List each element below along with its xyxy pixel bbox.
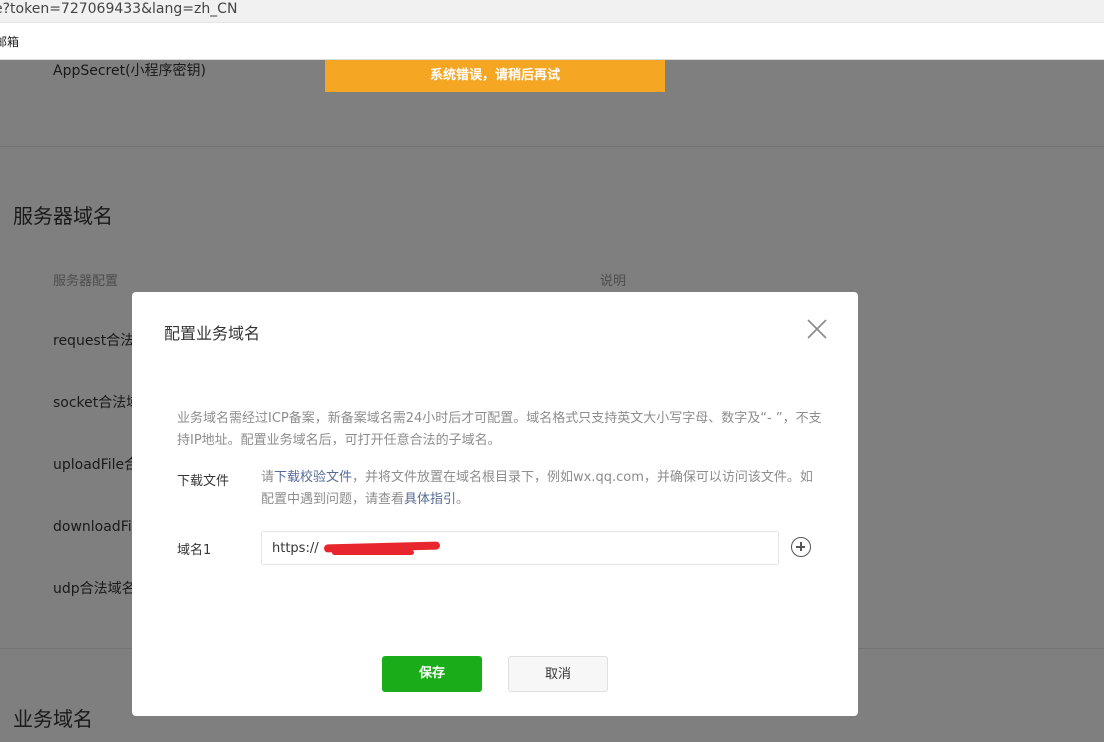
download-file-label: 下载文件 (177, 474, 230, 489)
dialog-intro: 业务域名需经过ICP备案，新备案域名需24小时后才可配置。域名格式只支持英文大小… (177, 411, 822, 448)
download-verify-file-link[interactable]: 下载校验文件 (274, 470, 352, 485)
dialog-title: 配置业务域名 (164, 324, 261, 343)
bookmarks-bar: 邮箱 (0, 23, 1104, 60)
bookmark-mailbox[interactable]: 邮箱 (0, 33, 19, 50)
business-domain-dialog: 配置业务域名 业务域名需经过ICP备案，新备案域名需24小时后才可配置。域名格式… (132, 292, 858, 716)
cancel-button[interactable]: 取消 (508, 656, 608, 692)
guide-link[interactable]: 具体指引 (404, 492, 456, 507)
download-suffix: 。 (456, 492, 470, 507)
download-file-desc: 请下载校验文件，并将文件放置在域名根目录下，例如wx.qq.com，并确保可以访… (261, 467, 821, 511)
screen: e?token=727069433&lang=zh_CN 邮箱 AppSecre… (0, 0, 1104, 742)
save-button[interactable]: 保存 (382, 656, 482, 692)
url-text[interactable]: e?token=727069433&lang=zh_CN (0, 1, 237, 17)
address-bar[interactable]: e?token=727069433&lang=zh_CN (0, 0, 1104, 23)
domain-1-label: 域名1 (177, 543, 212, 558)
error-toast: 系统错误，请稍后再试 (325, 60, 665, 92)
close-icon[interactable] (806, 318, 828, 340)
redaction-mark (332, 550, 414, 555)
add-domain-icon[interactable] (791, 537, 811, 557)
download-prefix: 请 (261, 470, 275, 485)
